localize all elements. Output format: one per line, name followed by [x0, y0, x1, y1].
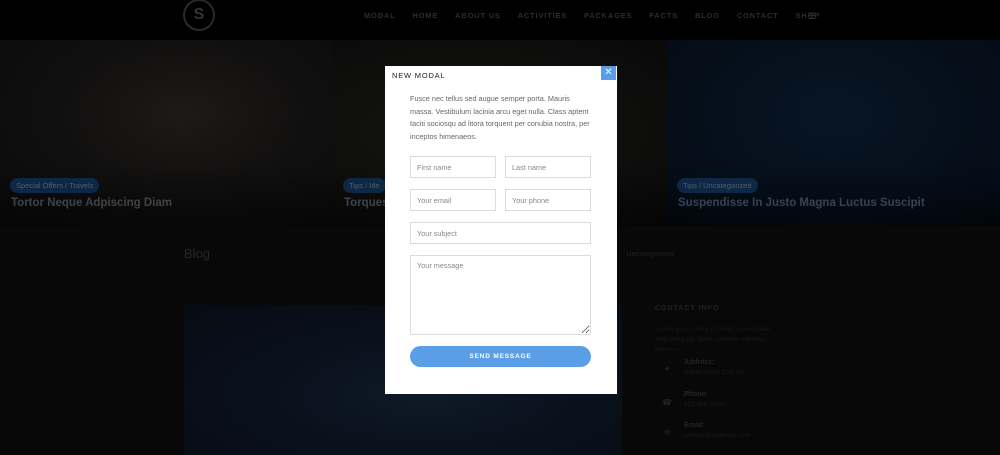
first-name-field[interactable]: [410, 156, 496, 178]
modal-title: NEW MODAL: [392, 71, 446, 80]
phone-field[interactable]: [505, 189, 591, 211]
modal-description: Fusce nec tellus sed augue semper porta.…: [410, 94, 590, 141]
close-icon[interactable]: ✕: [601, 66, 616, 80]
subject-field[interactable]: [410, 222, 591, 244]
email-field[interactable]: [410, 189, 496, 211]
send-message-button[interactable]: SEND MESSAGE: [410, 346, 591, 367]
new-modal: NEW MODAL ✕ Fusce nec tellus sed augue s…: [385, 66, 617, 394]
message-field[interactable]: [410, 255, 591, 335]
last-name-field[interactable]: [505, 156, 591, 178]
